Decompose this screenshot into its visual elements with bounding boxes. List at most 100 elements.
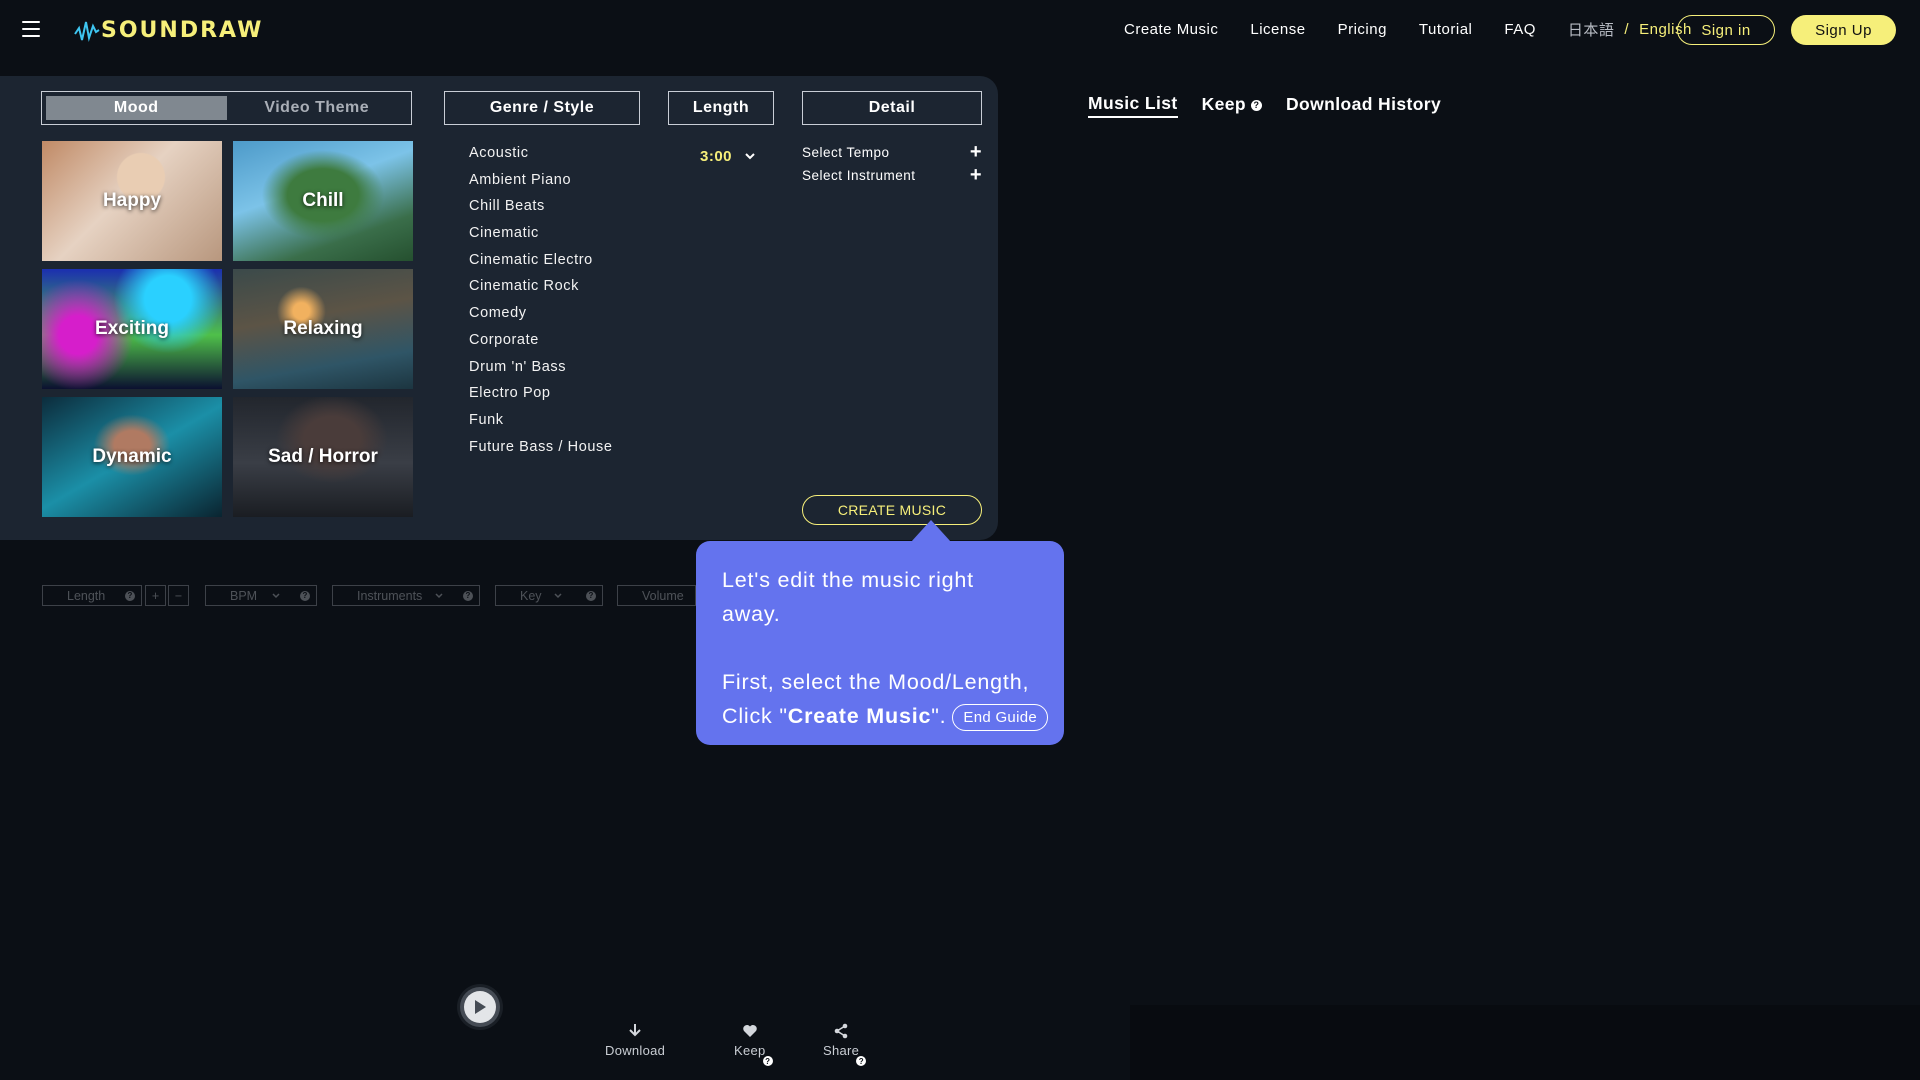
mood-card-sad-horror[interactable]: Sad / Horror (233, 397, 413, 517)
length-decrease-button[interactable]: − (168, 585, 189, 606)
tab-keep[interactable]: Keep? (1202, 94, 1262, 117)
create-music-button[interactable]: CREATE MUSIC (802, 495, 982, 525)
sign-up-button[interactable]: Sign Up (1791, 15, 1896, 45)
mood-card-exciting[interactable]: Exciting (42, 269, 222, 389)
lang-separator: / (1624, 21, 1630, 38)
bpm-label: BPM (230, 588, 258, 603)
tab-mood[interactable]: Mood (46, 96, 227, 120)
mood-card-dynamic[interactable]: Dynamic (42, 397, 222, 517)
length-control[interactable]: Length ? (42, 585, 142, 606)
help-icon[interactable]: ? (1250, 99, 1262, 111)
guide-line-2: First, select the Mood/Length, (722, 670, 1030, 694)
genre-item[interactable]: Electro Pop (469, 384, 613, 411)
mood-card-chill[interactable]: Chill (233, 141, 413, 261)
chevron-down-icon (272, 592, 280, 598)
tab-download-history[interactable]: Download History (1286, 94, 1441, 117)
tab-length[interactable]: Length (668, 91, 774, 125)
nav-tutorial[interactable]: Tutorial (1419, 21, 1472, 38)
guide-line-3-prefix: Click " (722, 704, 788, 728)
guide-popover: Let's edit the music right away. First, … (696, 541, 1064, 745)
guide-line-1: Let's edit the music right away. (722, 568, 974, 626)
length-increase-button[interactable]: + (145, 585, 166, 606)
logo-text: SOUNDRAW (101, 17, 264, 43)
key-label: Key (520, 588, 542, 603)
length-select[interactable]: 3:00 (700, 146, 770, 166)
tab-video-theme[interactable]: Video Theme (227, 96, 408, 120)
waveform-logo-icon (74, 21, 100, 42)
select-tempo[interactable]: Select Tempo + (802, 142, 982, 162)
chevron-down-icon (745, 153, 755, 160)
mood-card-relaxing[interactable]: Relaxing (233, 269, 413, 389)
genre-item[interactable]: Cinematic (469, 224, 613, 251)
player-strip (1130, 1005, 1920, 1080)
genre-item[interactable]: Funk (469, 411, 613, 438)
volume-control[interactable]: Volume (617, 585, 696, 606)
download-action[interactable]: Download (605, 1023, 665, 1058)
length-control-label: Length (67, 588, 106, 603)
mood-label: Happy (102, 190, 162, 211)
play-icon (475, 1000, 486, 1014)
genre-item[interactable]: Corporate (469, 331, 613, 358)
length-value: 3:00 (700, 147, 733, 165)
help-icon[interactable]: ? (856, 1056, 867, 1066)
create-music-panel: Mood Video Theme Genre / Style Length De… (0, 76, 998, 540)
share-action[interactable]: Share ? (823, 1023, 867, 1066)
volume-label: Volume (642, 588, 684, 603)
plus-icon: + (969, 164, 982, 186)
sign-in-button[interactable]: Sign in (1677, 15, 1775, 45)
guide-arrow (911, 520, 951, 542)
nav-pricing[interactable]: Pricing (1338, 21, 1387, 38)
mood-tab-group: Mood Video Theme (41, 91, 412, 125)
select-instrument[interactable]: Select Instrument + (802, 164, 982, 186)
nav-faq[interactable]: FAQ (1504, 21, 1536, 38)
genre-item[interactable]: Ambient Piano (469, 171, 613, 198)
share-icon (834, 1023, 848, 1039)
genre-item[interactable]: Chill Beats (469, 197, 613, 224)
heart-icon (743, 1025, 757, 1037)
genre-item[interactable]: Cinematic Rock (469, 277, 613, 304)
nav-license[interactable]: License (1250, 21, 1305, 38)
main-nav: Create Music License Pricing Tutorial FA… (1124, 19, 1692, 40)
download-icon (629, 1024, 641, 1037)
bpm-dropdown[interactable]: BPM ? (205, 585, 317, 606)
mood-card-happy[interactable]: Happy (42, 141, 222, 261)
help-icon: ? (463, 590, 473, 601)
genre-item[interactable]: Drum 'n' Bass (469, 358, 613, 385)
lang-japanese[interactable]: 日本語 (1568, 19, 1615, 40)
download-label: Download (605, 1043, 666, 1058)
instruments-dropdown[interactable]: Instruments ? (332, 585, 480, 606)
help-icon: ? (125, 590, 135, 601)
guide-line-3-bold: Create Music (787, 704, 932, 728)
end-guide-button[interactable]: End Guide (952, 704, 1048, 731)
genre-item[interactable]: Cinematic Electro (469, 251, 613, 278)
tab-detail[interactable]: Detail (802, 91, 982, 125)
tab-music-list[interactable]: Music List (1088, 93, 1178, 118)
chevron-down-icon (554, 592, 562, 598)
play-button[interactable] (460, 987, 500, 1027)
mood-label: Sad / Horror (268, 446, 378, 467)
logo[interactable]: SOUNDRAW (74, 16, 263, 44)
help-icon: ? (300, 590, 310, 601)
share-label: Share (823, 1043, 860, 1058)
chevron-down-icon (435, 592, 443, 598)
music-list-tabs: Music List Keep? Download History (1088, 93, 1465, 118)
help-icon[interactable]: ? (762, 1056, 773, 1066)
key-dropdown[interactable]: Key ? (495, 585, 603, 606)
select-tempo-label: Select Tempo (802, 144, 890, 160)
mood-label: Exciting (95, 318, 169, 339)
mood-label: Chill (302, 190, 344, 211)
genre-item[interactable]: Comedy (469, 304, 613, 331)
guide-line-3-suffix: ". (931, 704, 947, 728)
play-button-face (464, 991, 496, 1023)
keep-action[interactable]: Keep ? (734, 1023, 773, 1066)
mood-label: Relaxing (283, 318, 363, 339)
genre-item[interactable]: Acoustic (469, 144, 613, 171)
tab-genre-style[interactable]: Genre / Style (444, 91, 640, 125)
genre-list: Acoustic Ambient Piano Chill Beats Cinem… (469, 144, 613, 464)
menu-icon[interactable] (22, 21, 40, 37)
keep-label: Keep (734, 1043, 766, 1058)
genre-item[interactable]: Future Bass / House (469, 438, 613, 465)
tab-keep-label: Keep (1201, 94, 1246, 114)
mood-label: Dynamic (92, 446, 172, 467)
nav-create-music[interactable]: Create Music (1124, 21, 1218, 38)
